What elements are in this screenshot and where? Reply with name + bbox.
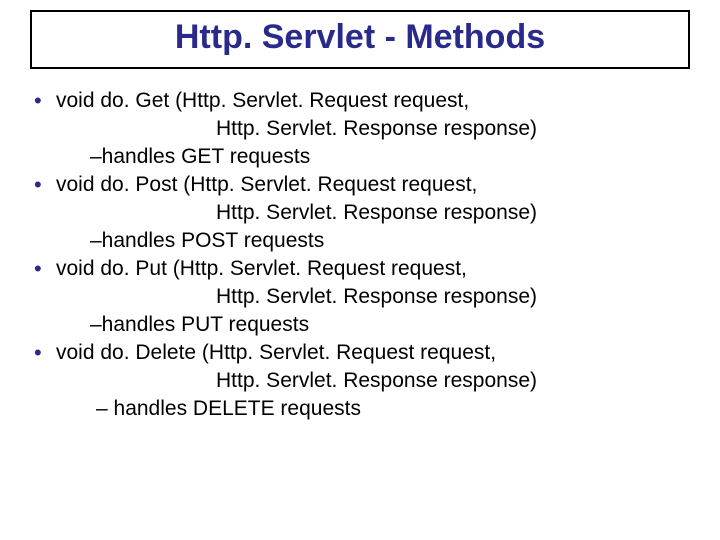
method-signature: void do. Delete (Http. Servlet. Request …: [56, 339, 700, 367]
method-continuation: Http. Servlet. Response response): [56, 199, 700, 227]
method-continuation: Http. Servlet. Response response): [56, 367, 700, 395]
method-list: void do. Get (Http. Servlet. Request req…: [20, 87, 700, 423]
title-box: Http. Servlet - Methods: [30, 10, 690, 69]
method-signature: void do. Put (Http. Servlet. Request req…: [56, 255, 700, 283]
list-item: void do. Get (Http. Servlet. Request req…: [30, 87, 700, 171]
slide: Http. Servlet - Methods void do. Get (Ht…: [0, 0, 720, 540]
method-continuation: Http. Servlet. Response response): [56, 115, 700, 143]
method-note: –handles GET requests: [56, 143, 700, 171]
method-note: –handles PUT requests: [56, 311, 700, 339]
list-item: void do. Post (Http. Servlet. Request re…: [30, 171, 700, 255]
method-continuation: Http. Servlet. Response response): [56, 283, 700, 311]
method-note: –handles POST requests: [56, 227, 700, 255]
method-signature: void do. Post (Http. Servlet. Request re…: [56, 171, 700, 199]
slide-title: Http. Servlet - Methods: [32, 18, 688, 57]
list-item: void do. Delete (Http. Servlet. Request …: [30, 339, 700, 423]
method-note: – handles DELETE requests: [56, 395, 700, 423]
method-signature: void do. Get (Http. Servlet. Request req…: [56, 87, 700, 115]
list-item: void do. Put (Http. Servlet. Request req…: [30, 255, 700, 339]
